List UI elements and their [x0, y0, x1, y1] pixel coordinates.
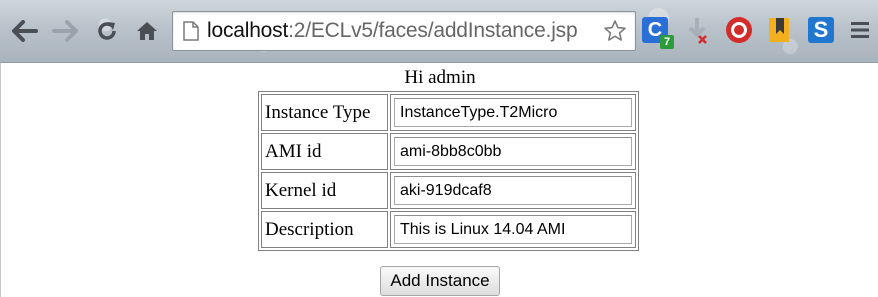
s-extension-box: S	[808, 17, 834, 43]
url-text: localhost:2/ECLv5/faces/addInstance.jsp	[207, 19, 578, 43]
kernel-id-cell	[390, 172, 636, 209]
page-content: Hi admin Instance Type AMI id Kernel id …	[0, 63, 878, 297]
hamburger-menu-icon[interactable]	[846, 15, 874, 45]
greeting-text: Hi admin	[404, 67, 476, 88]
kernel-id-input[interactable]	[394, 176, 632, 205]
address-bar[interactable]: localhost:2/ECLv5/faces/addInstance.jsp	[172, 11, 636, 51]
c-extension-badge: 7	[660, 35, 674, 49]
form-row-instance-type: Instance Type	[261, 94, 636, 131]
kernel-id-label: Kernel id	[261, 172, 388, 209]
bookmark-extension-icon[interactable]	[764, 15, 794, 45]
home-icon[interactable]	[130, 14, 164, 48]
submit-area: Add Instance	[1, 266, 878, 296]
stop-extension-icon[interactable]	[724, 15, 754, 45]
instance-type-cell	[390, 94, 636, 131]
add-instance-button[interactable]: Add Instance	[380, 266, 500, 296]
url-path: :2/ECLv5/faces/addInstance.jsp	[288, 19, 578, 42]
browser-toolbar: localhost:2/ECLv5/faces/addInstance.jsp …	[0, 0, 878, 63]
instance-type-input[interactable]	[394, 98, 632, 127]
s-extension-icon[interactable]: S	[806, 15, 836, 45]
c-extension-icon[interactable]: C7	[640, 15, 674, 49]
description-input[interactable]	[394, 215, 632, 244]
form-row-kernel-id: Kernel id	[261, 172, 636, 209]
stop-extension-circle	[726, 17, 752, 43]
description-cell	[390, 211, 636, 248]
form-row-description: Description	[261, 211, 636, 248]
ami-id-label: AMI id	[261, 133, 388, 170]
arrow-left-icon[interactable]	[8, 14, 42, 48]
instance-type-label: Instance Type	[261, 94, 388, 131]
reload-icon[interactable]	[90, 14, 124, 48]
arrow-right-icon[interactable]	[48, 14, 82, 48]
page-icon	[183, 21, 199, 41]
c-extension-box: C7	[642, 17, 674, 49]
form-row-ami-id: AMI id	[261, 133, 636, 170]
ami-id-cell	[390, 133, 636, 170]
add-instance-form: Instance Type AMI id Kernel id Descripti…	[258, 91, 639, 251]
download-extension-icon[interactable]	[682, 15, 712, 45]
ami-id-input[interactable]	[394, 137, 632, 166]
star-icon[interactable]	[603, 19, 627, 48]
description-label: Description	[261, 211, 388, 248]
url-host: localhost	[207, 19, 289, 42]
